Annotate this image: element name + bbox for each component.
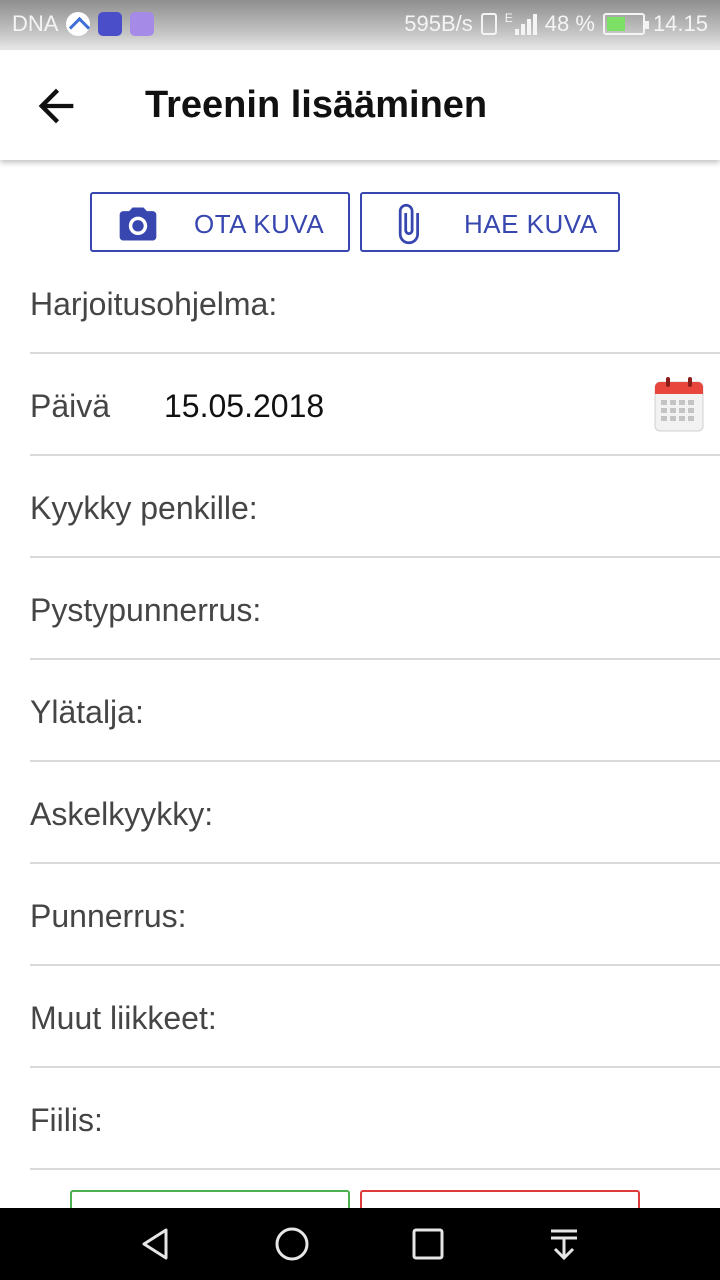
- carrier-label: DNA: [12, 11, 59, 36]
- back-button[interactable]: [30, 80, 82, 132]
- network-type: E: [504, 11, 513, 25]
- circle-home-icon: [275, 1227, 309, 1261]
- gallery-app-icon: [130, 12, 155, 36]
- nav-back-button[interactable]: [134, 1222, 178, 1266]
- signal-icon: [514, 13, 537, 35]
- pushup-field[interactable]: Punnerrus:: [30, 864, 720, 966]
- square-recents-icon: [412, 1228, 444, 1260]
- take-photo-button[interactable]: OTA KUVA: [90, 192, 350, 252]
- status-bar: DNA 595B/s E 48 % 14.15: [0, 0, 720, 50]
- vibrate-icon: [480, 13, 497, 35]
- clock: 14.15: [652, 11, 708, 36]
- pull-down-icon: [551, 1229, 577, 1261]
- status-left: DNA: [12, 11, 155, 37]
- other-moves-field[interactable]: Muut liikkeet:: [30, 966, 720, 1068]
- lunge-label: Askelkyykky:: [30, 796, 214, 832]
- other-moves-label: Muut liikkeet:: [30, 1000, 217, 1036]
- feeling-label: Fiilis:: [30, 1102, 103, 1138]
- overhead-press-label: Pystypunnerrus:: [30, 592, 262, 628]
- date-label: Päivä: [30, 388, 111, 424]
- app-notification-icon: [66, 12, 91, 36]
- program-label: Harjoitusohjelma:: [30, 286, 278, 322]
- feeling-field[interactable]: Fiilis:: [30, 1068, 720, 1170]
- arrow-back-icon: [38, 88, 74, 124]
- overhead-press-field[interactable]: Pystypunnerrus:: [30, 558, 720, 660]
- program-field[interactable]: Harjoitusohjelma:: [30, 252, 720, 354]
- date-value[interactable]: 15.05.2018: [164, 388, 324, 425]
- lat-pulldown-label: Ylätalja:: [30, 694, 144, 730]
- app-bar: Treenin lisääminen: [0, 50, 720, 160]
- squat-bench-label: Kyykky penkille:: [30, 490, 258, 526]
- camera-icon: [119, 207, 157, 241]
- nav-home-button[interactable]: [270, 1222, 314, 1266]
- take-photo-label: OTA KUVA: [194, 209, 325, 239]
- battery-icon: [602, 13, 649, 35]
- pushup-label: Punnerrus:: [30, 898, 187, 934]
- squat-bench-field[interactable]: Kyykky penkille:: [30, 456, 720, 558]
- status-right: 595B/s E 48 % 14.15: [404, 11, 708, 37]
- system-nav-bar: [0, 1208, 720, 1280]
- battery-percent: 48 %: [544, 11, 595, 36]
- pick-photo-button[interactable]: HAE KUVA: [360, 192, 620, 252]
- nav-notifications-button[interactable]: [542, 1222, 586, 1266]
- net-speed: 595B/s: [404, 11, 473, 36]
- lunge-field[interactable]: Askelkyykky:: [30, 762, 720, 864]
- date-field[interactable]: Päivä 15.05.2018: [30, 354, 720, 456]
- lat-pulldown-field[interactable]: Ylätalja:: [30, 660, 720, 762]
- fitness-app-icon: [98, 12, 123, 36]
- triangle-back-icon: [142, 1228, 168, 1260]
- paperclip-icon: [398, 203, 419, 245]
- page-title: Treenin lisääminen: [145, 84, 488, 126]
- pick-photo-label: HAE KUVA: [464, 209, 598, 239]
- nav-recents-button[interactable]: [406, 1222, 450, 1266]
- calendar-icon[interactable]: [654, 376, 704, 432]
